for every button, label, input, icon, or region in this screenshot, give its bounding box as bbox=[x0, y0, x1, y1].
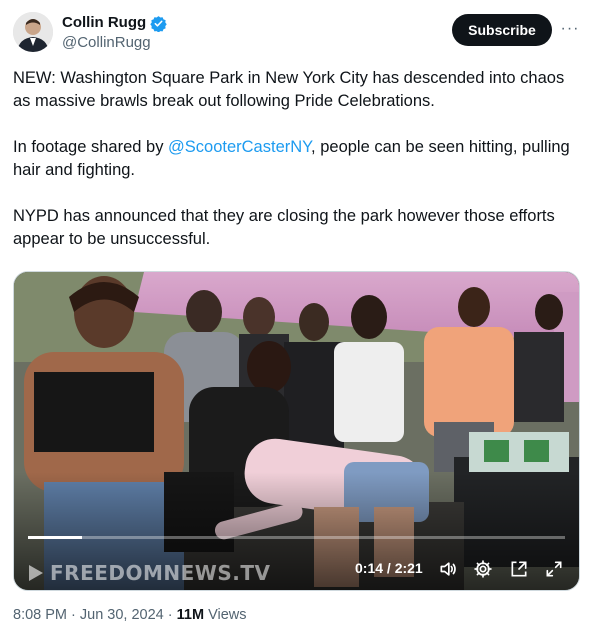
watermark: FREEDOMNEWS.TV bbox=[28, 561, 270, 585]
settings-gear-icon[interactable] bbox=[472, 558, 494, 580]
tweet-paragraph-2: In footage shared by @ScooterCasterNY, p… bbox=[13, 136, 573, 182]
play-triangle-icon bbox=[29, 565, 43, 581]
video-progress-bar[interactable] bbox=[28, 536, 565, 539]
author-avatar[interactable] bbox=[13, 12, 53, 52]
tweet-meta: 8:08 PM · Jun 30, 2024 · 11M Views bbox=[13, 607, 247, 623]
text-fragment: In footage shared by bbox=[13, 138, 169, 156]
mention-link[interactable]: @ScooterCasterNY bbox=[168, 138, 311, 156]
video-player[interactable]: FREEDOMNEWS.TV 0:14 / 2:21 bbox=[13, 271, 580, 591]
views-count: 11M bbox=[176, 607, 205, 623]
verified-badge-icon bbox=[150, 15, 167, 32]
author-handle[interactable]: @CollinRugg bbox=[62, 34, 151, 52]
tweet-paragraph-1: NEW: Washington Square Park in New York … bbox=[13, 69, 565, 110]
video-time-readout: 0:14 / 2:21 bbox=[355, 560, 423, 576]
tweet: Collin Rugg @CollinRugg Subscribe ··· NE… bbox=[0, 0, 590, 633]
subscribe-button[interactable]: Subscribe bbox=[452, 14, 552, 46]
tweet-paragraph-3: NYPD has announced that they are closing… bbox=[13, 207, 555, 248]
volume-icon[interactable] bbox=[437, 558, 459, 580]
fullscreen-icon[interactable] bbox=[543, 558, 565, 580]
picture-in-picture-icon[interactable] bbox=[508, 558, 530, 580]
views-label: Views bbox=[204, 607, 247, 623]
tweet-text: NEW: Washington Square Park in New York … bbox=[13, 67, 573, 274]
video-frame bbox=[14, 272, 579, 590]
more-options-icon[interactable]: ··· bbox=[559, 18, 581, 40]
watermark-text: FREEDOMNEWS.TV bbox=[50, 561, 271, 585]
video-progress-fill bbox=[28, 536, 82, 539]
author-display-name[interactable]: Collin Rugg bbox=[62, 13, 146, 33]
timestamp[interactable]: 8:08 PM · Jun 30, 2024 · bbox=[13, 607, 177, 623]
